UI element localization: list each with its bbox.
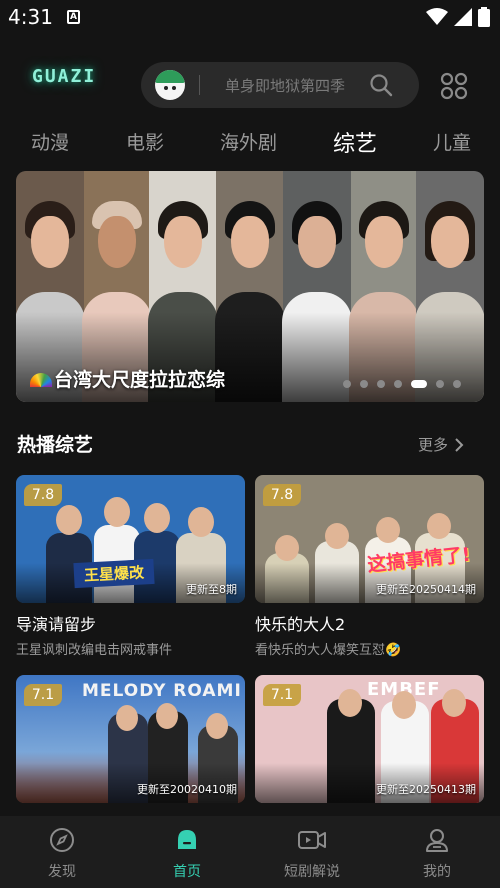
category-tabs: 动漫 电影 海外剧 综艺 儿童 [0, 126, 500, 158]
status-bar: 4:31 A [0, 0, 500, 36]
score-badge: 7.1 [263, 684, 301, 706]
tab-movies[interactable]: 电影 [126, 128, 164, 155]
notification-icon: A [67, 10, 80, 24]
show-title[interactable]: 导演请留步 [16, 611, 245, 635]
update-status: 更新至20020410期 [137, 783, 237, 796]
banner-title-text: 台湾大尺度拉拉恋综 [54, 369, 226, 391]
nav-label: 首页 [173, 864, 201, 880]
update-status: 更新至20250414期 [376, 583, 476, 596]
tab-kids[interactable]: 儿童 [433, 128, 471, 155]
tab-variety[interactable]: 综艺 [333, 126, 377, 158]
compass-icon [50, 828, 74, 852]
show-card[interactable]: 王星爆改 7.8 更新至8期 导演请留步 王星讽刺改编电击网戒事件 [16, 475, 245, 658]
show-art-text: MELODY ROAMI [82, 681, 242, 701]
video-icon [298, 831, 326, 849]
show-thumbnail[interactable]: EMBEF 7.1 更新至20250413期 [255, 675, 484, 803]
show-subtitle: 王星讽刺改编电击网戒事件 [16, 643, 173, 658]
profile-icon [426, 829, 448, 852]
chevron-right-icon [455, 437, 464, 452]
nav-label: 短剧解说 [284, 864, 340, 880]
nav-label: 发现 [48, 864, 76, 880]
update-status: 更新至8期 [186, 583, 237, 596]
signal-icon [454, 8, 472, 26]
more-link[interactable]: 更多 [418, 434, 464, 455]
tab-anime[interactable]: 动漫 [31, 128, 69, 155]
show-card[interactable]: MELODY ROAMI 7.1 更新至20020410期 音作工夫2 ·●前播 [16, 675, 245, 835]
show-thumbnail[interactable]: 这搞事情了! 7.8 更新至20250414期 [255, 475, 484, 603]
page-dot[interactable] [377, 380, 385, 388]
section-title: 热播综艺 [17, 434, 94, 456]
show-thumbnail[interactable]: MELODY ROAMI 7.1 更新至20020410期 [16, 675, 245, 803]
page-dot[interactable] [436, 380, 444, 388]
score-badge: 7.1 [24, 684, 62, 706]
search-bar[interactable]: 单身即地狱第四季 [141, 62, 419, 108]
page-dot[interactable] [360, 380, 368, 388]
update-status: 更新至20250413期 [376, 783, 476, 796]
nav-profile[interactable]: 我的 [392, 826, 482, 881]
nav-discover[interactable]: 发现 [17, 826, 107, 881]
search-placeholder[interactable]: 单身即地狱第四季 [225, 75, 345, 96]
show-card[interactable]: 这搞事情了! 7.8 更新至20250414期 快乐的大人2 看快乐的大人爆笑互… [255, 475, 484, 658]
search-icon[interactable] [369, 73, 393, 97]
search-divider [199, 75, 200, 95]
status-time: 4:31 [8, 5, 53, 29]
show-card[interactable]: EMBEF 7.1 更新至20250413期 香风2025 ●加更版 [255, 675, 484, 835]
page-dot-active[interactable] [411, 380, 427, 388]
nav-label: 我的 [423, 864, 451, 880]
bottom-nav: 发现 首页 短剧解说 我的 [0, 816, 500, 888]
banner-title[interactable]: 台湾大尺度拉拉恋综 [30, 365, 225, 392]
show-subtitle: 看快乐的大人爆笑互怼🤣 [255, 643, 402, 658]
tab-overseas-drama[interactable]: 海外剧 [220, 128, 277, 155]
wifi-icon [426, 8, 448, 25]
page-dot[interactable] [453, 380, 461, 388]
show-title[interactable]: 快乐的大人2 [255, 611, 484, 635]
show-thumbnail[interactable]: 王星爆改 7.8 更新至8期 [16, 475, 245, 603]
page-dot[interactable] [394, 380, 402, 388]
app-logo[interactable]: GUAZI [32, 66, 96, 87]
nav-short-drama[interactable]: 短剧解说 [267, 826, 357, 881]
rainbow-icon [30, 373, 52, 387]
score-badge: 7.8 [24, 484, 62, 506]
grid-menu-icon[interactable] [440, 72, 468, 100]
nav-home[interactable]: 首页 [142, 826, 232, 881]
battery-icon [478, 7, 490, 27]
more-label: 更多 [418, 436, 449, 454]
page-dot[interactable] [343, 380, 351, 388]
score-badge: 7.8 [263, 484, 301, 506]
show-art-text: 王星爆改 [73, 558, 155, 589]
system-icons [426, 7, 490, 27]
mascot-avatar-icon[interactable] [155, 70, 185, 100]
banner-pagination [343, 380, 461, 388]
home-icon [178, 830, 196, 849]
